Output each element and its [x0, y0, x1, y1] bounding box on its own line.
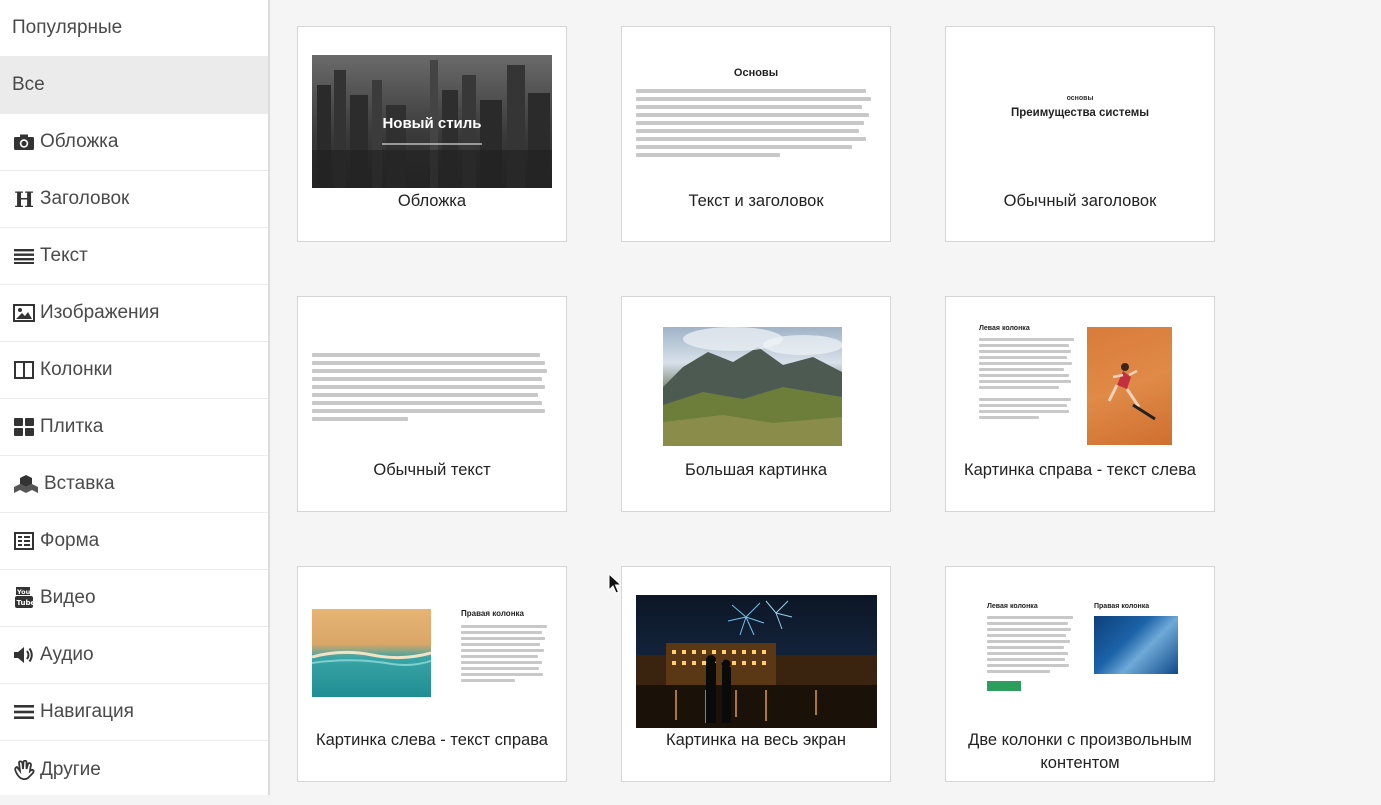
category-sidebar: Популярные Все Обложка H Заголовок Текст… — [0, 0, 270, 795]
cubes-icon — [12, 473, 40, 495]
template-card-fullscreen-image[interactable]: Картинка на весь экран — [621, 566, 891, 782]
sidebar-item-label: Плитка — [40, 416, 104, 437]
preview-column-title: Правая колонка — [461, 609, 524, 618]
text-lines-icon — [12, 245, 36, 267]
columns-icon — [12, 359, 36, 381]
template-card-two-columns[interactable]: Левая колонка Правая колонка Две колонки… — [945, 566, 1215, 782]
preview-column-paragraph — [987, 616, 1077, 673]
template-card-big-image[interactable]: Большая картинка — [621, 296, 891, 512]
template-card-label: Картинка справа - текст слева — [964, 461, 1196, 479]
template-card-text-heading[interactable]: Основы Текст и заголовок — [621, 26, 891, 242]
left-column-preview: Левая колонка — [987, 603, 1077, 718]
sidebar-item-all[interactable]: Все — [0, 57, 268, 114]
sidebar-item-images[interactable]: Изображения — [0, 285, 268, 342]
preview-kicker: основы — [1066, 95, 1094, 102]
sidebar-item-label: Видео — [40, 587, 96, 608]
template-card-label: Обычный текст — [373, 461, 491, 479]
svg-text:Tube: Tube — [17, 599, 35, 607]
template-card-label: Картинка на весь экран — [666, 731, 846, 749]
sidebar-item-label: Изображения — [40, 302, 160, 323]
template-card-label: Большая картинка — [684, 461, 827, 479]
plain-text-preview — [312, 353, 552, 433]
sidebar-item-heading[interactable]: H Заголовок — [0, 171, 268, 228]
template-card-label: Текст и заголовок — [688, 192, 824, 210]
preview-heading: Основы — [733, 67, 779, 79]
tiles-icon — [12, 416, 36, 438]
sidebar-item-label: Форма — [40, 530, 100, 551]
preview-column-title: Правая колонка — [1094, 603, 1150, 610]
sidebar-item-label: Все — [12, 74, 45, 95]
sidebar-item-video[interactable]: You Tube Видео — [0, 570, 268, 627]
sidebar-item-label: Колонки — [40, 359, 113, 380]
right-column-text-preview: Правая колонка — [461, 609, 551, 709]
template-card-image-left[interactable]: Правая колонка Картинка слева - текст сп… — [297, 566, 567, 782]
plain-heading-preview: основы Преимущества системы — [960, 95, 1200, 135]
sidebar-item-embed[interactable]: Вставка — [0, 456, 268, 513]
sidebar-item-label: Обложка — [40, 131, 119, 152]
sidebar-item-label: Популярные — [12, 17, 123, 38]
template-card-plain-heading[interactable]: основы Преимущества системы Обычный заго… — [945, 26, 1215, 242]
preview-column-paragraph — [979, 338, 1079, 419]
sidebar-item-form[interactable]: Форма — [0, 513, 268, 570]
image-icon — [12, 302, 36, 324]
cover-preview-image: Новый стиль — [312, 55, 552, 188]
menu-icon — [12, 701, 36, 723]
wave-preview-image — [1094, 616, 1178, 674]
sidebar-item-label: Аудио — [40, 644, 94, 665]
heading-icon: H — [14, 186, 34, 212]
camera-icon — [12, 131, 36, 153]
volume-icon — [12, 644, 36, 666]
beach-preview-image — [312, 609, 431, 697]
preview-green-button — [987, 681, 1021, 691]
preview-column-title: Левая колонка — [987, 603, 1038, 610]
runner-preview-image — [1087, 327, 1172, 445]
svg-text:You: You — [16, 588, 31, 596]
text-heading-preview: Основы — [636, 67, 876, 187]
sidebar-item-label: Навигация — [40, 701, 134, 722]
cover-preview-subtitle — [382, 143, 482, 145]
cover-preview-title: Новый стиль — [382, 115, 482, 132]
sidebar-item-navigation[interactable]: Навигация — [0, 684, 268, 741]
sidebar-item-label: Заголовок — [40, 188, 130, 209]
app-root: Популярные Все Обложка H Заголовок Текст… — [0, 0, 1381, 805]
template-grid: Новый стиль Обложка Основы Текст и загол… — [272, 0, 1381, 805]
preview-paragraph — [636, 89, 876, 157]
hand-icon — [12, 759, 36, 781]
youtube-icon: You Tube — [12, 587, 36, 609]
preview-column-paragraph — [461, 625, 551, 682]
template-card-plain-text[interactable]: Обычный текст — [297, 296, 567, 512]
sidebar-item-label: Вставка — [44, 473, 115, 494]
form-icon — [12, 530, 36, 552]
left-column-text-preview: Левая колонка — [979, 325, 1079, 445]
template-card-cover[interactable]: Новый стиль Обложка — [297, 26, 567, 242]
sidebar-item-tiles[interactable]: Плитка — [0, 399, 268, 456]
sidebar-item-text[interactable]: Текст — [0, 228, 268, 285]
template-card-label: Две колонки с произвольным контентом — [968, 731, 1192, 772]
template-card-label: Обложка — [397, 192, 467, 210]
sidebar-item-label: Другие — [40, 758, 101, 780]
sidebar-item-popular[interactable]: Популярные — [0, 0, 268, 57]
sidebar-item-columns[interactable]: Колонки — [0, 342, 268, 399]
right-column-preview: Правая колонка — [1094, 603, 1179, 683]
mountain-preview-image — [663, 327, 842, 446]
fireworks-preview-image — [636, 595, 877, 728]
preview-column-title: Левая колонка — [979, 325, 1030, 332]
mouse-cursor-icon — [608, 573, 622, 594]
sidebar-item-label: Текст — [40, 245, 88, 266]
preview-heading: Преимущества системы — [1010, 107, 1150, 119]
template-card-image-right[interactable]: Левая колонка Картинка справа - текст сл… — [945, 296, 1215, 512]
sidebar-item-audio[interactable]: Аудио — [0, 627, 268, 684]
sidebar-item-other[interactable]: Другие — [0, 741, 268, 798]
sidebar-item-cover[interactable]: Обложка — [0, 114, 268, 171]
template-card-label: Обычный заголовок — [1003, 192, 1157, 210]
template-card-label: Картинка слева - текст справа — [316, 731, 548, 749]
